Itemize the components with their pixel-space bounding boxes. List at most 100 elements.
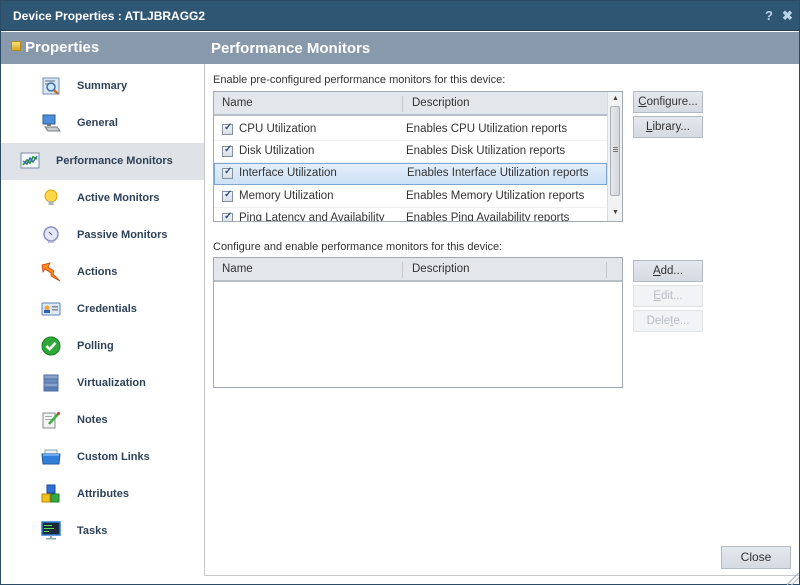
sidebar-item-label: Actions xyxy=(77,266,118,278)
title-bar: Device Properties : ATLJBRAGG2 ? ✖ xyxy=(1,1,799,31)
column-separator[interactable] xyxy=(402,96,403,112)
sidebar-item-summary[interactable]: Summary xyxy=(1,68,204,105)
grip-line xyxy=(613,149,618,150)
grid-header: Name Description xyxy=(214,258,622,282)
row-description: Enables Ping Availability reports xyxy=(406,212,570,222)
sidebar-item-general[interactable]: General xyxy=(1,105,204,142)
library-button[interactable]: Library... xyxy=(633,116,703,138)
table-row-selected[interactable]: Interface Utilization Enables Interface … xyxy=(214,163,607,185)
sidebar-item-label: Polling xyxy=(77,340,114,352)
add-label: dd... xyxy=(660,265,684,277)
database-stack-icon xyxy=(43,374,59,392)
scroll-up-arrow-icon[interactable]: ▲ xyxy=(608,92,622,106)
preconfigured-monitors-grid[interactable]: Name Description CPU Utilization Enables… xyxy=(213,91,623,222)
sidebar-item-label: Performance Monitors xyxy=(56,155,173,167)
column-separator[interactable] xyxy=(606,262,607,278)
id-card-icon xyxy=(41,302,61,316)
terminal-icon xyxy=(41,521,61,540)
edit-mnemonic: E xyxy=(653,290,661,302)
column-header-name[interactable]: Name xyxy=(222,97,253,109)
performance-chart-icon xyxy=(20,152,40,169)
row-name: Ping Latency and Availability xyxy=(239,212,385,222)
grip-line xyxy=(613,151,618,152)
table-row[interactable]: CPU Utilization Enables CPU Utilization … xyxy=(214,119,607,141)
properties-heading-label: Properties xyxy=(25,39,100,56)
table-row[interactable]: Disk Utilization Enables Disk Utilizatio… xyxy=(214,141,607,163)
column-header-description[interactable]: Description xyxy=(412,263,470,275)
edit-label: dit... xyxy=(660,290,683,302)
cubes-icon xyxy=(41,484,60,503)
custom-monitors-grid[interactable]: Name Description xyxy=(213,257,623,388)
sidebar-item-label: Virtualization xyxy=(77,377,146,389)
properties-heading: Properties xyxy=(11,39,99,56)
row-description: Enables Memory Utilization reports xyxy=(406,190,585,202)
delete-label-prefix: Dele xyxy=(646,315,671,327)
column-header-description[interactable]: Description xyxy=(412,97,470,109)
header-band: Properties Performance Monitors xyxy=(1,32,799,64)
sidebar-item-polling[interactable]: Polling xyxy=(1,328,204,365)
edit-button[interactable]: Edit... xyxy=(633,285,703,307)
row-checkbox[interactable] xyxy=(222,211,233,221)
summary-icon xyxy=(42,77,60,95)
sidebar-item-label: Active Monitors xyxy=(77,192,160,204)
scrollbar-thumb[interactable] xyxy=(610,106,620,196)
row-name: Disk Utilization xyxy=(239,145,315,157)
sidebar-item-attributes[interactable]: Attributes xyxy=(1,476,204,513)
row-checkbox[interactable] xyxy=(222,166,233,179)
footer-divider xyxy=(205,575,799,576)
main-content: Enable pre-configured performance monito… xyxy=(205,64,799,576)
checkmark-circle-icon xyxy=(41,336,61,356)
row-checkbox[interactable] xyxy=(222,144,233,157)
add-button[interactable]: Add... xyxy=(633,260,703,282)
sidebar-item-tasks[interactable]: Tasks xyxy=(1,513,204,550)
sidebar-item-custom-links[interactable]: Custom Links xyxy=(1,439,204,476)
library-label: ibrary... xyxy=(652,121,690,133)
grid-header: Name Description xyxy=(214,92,607,116)
sidebar-item-notes[interactable]: Notes xyxy=(1,402,204,439)
sidebar-item-label: Credentials xyxy=(77,303,137,315)
computer-icon xyxy=(42,114,61,132)
add-mnemonic: A xyxy=(652,265,661,277)
sidebar-item-label: Passive Monitors xyxy=(77,229,168,241)
row-description: Enables Disk Utilization reports xyxy=(406,145,566,157)
column-header-name[interactable]: Name xyxy=(222,263,253,275)
row-description: Enables CPU Utilization reports xyxy=(406,123,568,135)
sidebar-item-virtualization[interactable]: Virtualization xyxy=(1,365,204,402)
section-title: Performance Monitors xyxy=(211,40,371,57)
window-title: Device Properties : ATLJBRAGG2 xyxy=(13,9,206,23)
vertical-scrollbar[interactable]: ▲ ▼ xyxy=(607,92,622,221)
sidebar-item-actions[interactable]: Actions xyxy=(1,254,204,291)
row-description: Enables Interface Utilization reports xyxy=(407,167,589,179)
close-icon[interactable]: ✖ xyxy=(782,8,793,24)
scroll-down-arrow-icon[interactable]: ▼ xyxy=(608,206,622,220)
sidebar-item-performance-monitors[interactable]: Performance Monitors xyxy=(1,143,204,180)
open-box-icon xyxy=(41,449,61,465)
column-separator[interactable] xyxy=(402,262,403,278)
sidebar-item-label: Attributes xyxy=(77,488,129,500)
table-row[interactable]: Ping Latency and Availability Enables Pi… xyxy=(214,208,607,222)
help-icon[interactable]: ? xyxy=(765,8,773,23)
grip-line xyxy=(613,147,618,148)
row-checkbox[interactable] xyxy=(222,122,233,135)
table-row[interactable]: Memory Utilization Enables Memory Utiliz… xyxy=(214,186,607,208)
configure-mnemonic: C xyxy=(638,96,647,108)
delete-label: e... xyxy=(673,315,690,327)
sidebar-item-passive-monitors[interactable]: Passive Monitors xyxy=(1,217,204,254)
notepad-pencil-icon xyxy=(42,412,60,429)
custom-monitors-label: Configure and enable performance monitor… xyxy=(213,241,503,253)
lightbulb-icon xyxy=(44,189,58,205)
configure-label: onfigure... xyxy=(646,96,698,108)
sidebar-item-label: Summary xyxy=(77,80,128,92)
configure-button[interactable]: Configure... xyxy=(633,91,703,113)
device-properties-dialog: Device Properties : ATLJBRAGG2 ? ✖ Prope… xyxy=(0,0,800,585)
delete-button[interactable]: Delete... xyxy=(633,310,703,332)
close-button[interactable]: Close xyxy=(721,546,791,569)
sidebar-item-credentials[interactable]: Credentials xyxy=(1,291,204,328)
resize-grip-icon[interactable] xyxy=(787,573,799,585)
sidebar-item-label: Notes xyxy=(77,414,108,426)
row-checkbox[interactable] xyxy=(222,189,233,202)
sidebar-item-active-monitors[interactable]: Active Monitors xyxy=(1,180,204,217)
row-name: CPU Utilization xyxy=(239,123,317,135)
preconfigured-label: Enable pre-configured performance monito… xyxy=(213,74,506,86)
sidebar-item-label: Tasks xyxy=(77,525,108,537)
